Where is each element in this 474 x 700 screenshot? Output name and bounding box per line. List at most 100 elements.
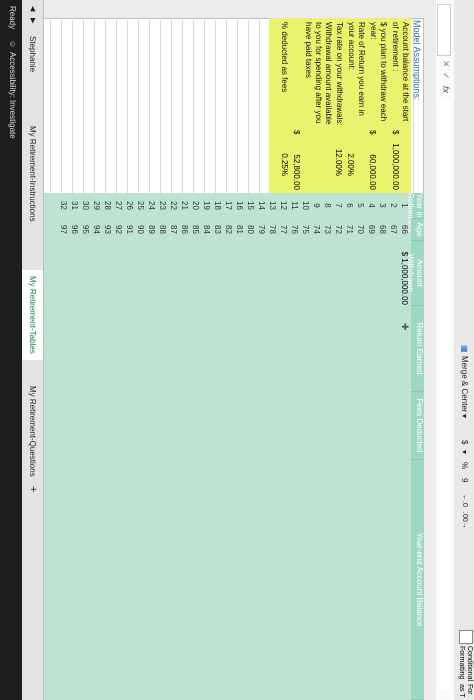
age-cell[interactable]: 66 (399, 219, 410, 240)
year-cell[interactable]: 18 (212, 193, 223, 218)
accessibility-status[interactable]: Accessibility: Investigate (8, 52, 17, 139)
assumption-value[interactable]: 12.00% (333, 138, 344, 176)
year-cell[interactable]: 30 (80, 193, 91, 218)
column-headers[interactable] (423, 0, 436, 700)
assumption-value[interactable]: 1,000,000.00 (390, 138, 401, 190)
assumption-label[interactable]: Account balance at the start of retireme… (390, 22, 410, 127)
assumption-value[interactable]: 0.25% (279, 138, 290, 176)
year-cell[interactable]: 32 (58, 193, 69, 218)
year-cell[interactable]: 17 (223, 193, 234, 218)
assumption-label[interactable]: Withdrawal amount available to you for s… (291, 22, 333, 127)
assumption-label[interactable]: Tax rate on your withdrawals: (333, 22, 344, 127)
age-cell[interactable]: 83 (212, 219, 223, 240)
tab-stephanie[interactable]: Stephanie (22, 30, 43, 78)
age-cell[interactable]: 87 (168, 219, 179, 240)
function-icon[interactable]: fx (441, 86, 451, 93)
age-cell[interactable]: 74 (311, 219, 322, 240)
age-cell[interactable]: 90 (135, 219, 146, 240)
age-cell[interactable]: 84 (201, 219, 212, 240)
year-cell[interactable]: 22 (168, 193, 179, 218)
comma-style-button[interactable]: 9 (457, 478, 471, 482)
increase-decimal-icon[interactable]: ←.0 (457, 494, 471, 507)
year-cell[interactable]: 5 (355, 193, 366, 218)
tab-retirement-questions[interactable]: My Retirement-Questions (22, 380, 43, 483)
age-cell[interactable]: 85 (190, 219, 201, 240)
year-cell[interactable]: 20 (190, 193, 201, 218)
age-cell[interactable]: 92 (113, 219, 124, 240)
year-cell[interactable]: 11 (289, 193, 300, 218)
age-cell[interactable]: 67 (388, 219, 399, 240)
age-cell[interactable]: 88 (157, 219, 168, 240)
formula-input[interactable] (439, 100, 451, 690)
assumption-value[interactable]: 52,800.00 (291, 138, 302, 190)
age-cell[interactable]: 80 (245, 219, 256, 240)
tab-retirement-tables[interactable]: My Retirement-Tables (22, 270, 43, 360)
year-cell[interactable]: 31 (69, 193, 80, 218)
year-cell[interactable]: 24 (146, 193, 157, 218)
year-cell[interactable]: 19 (201, 193, 212, 218)
age-cell[interactable]: 69 (366, 219, 377, 240)
age-cell[interactable]: 70 (355, 219, 366, 240)
year-cell[interactable]: 26 (124, 193, 135, 218)
age-cell[interactable]: 72 (333, 219, 344, 240)
assumption-label[interactable]: $ you plan to withdraw each year: (368, 22, 388, 127)
year-cell[interactable]: 29 (91, 193, 102, 218)
year-cell[interactable]: 25 (135, 193, 146, 218)
cancel-icon[interactable]: ✕ (440, 60, 451, 68)
year-cell[interactable]: 4 (366, 193, 377, 218)
assumption-value[interactable]: 2.00% (345, 138, 356, 176)
merge-center-button[interactable]: Merge & Center (457, 356, 471, 412)
age-cell[interactable]: 73 (322, 219, 333, 240)
year-cell[interactable]: 8 (322, 193, 333, 218)
age-cell[interactable]: 86 (179, 219, 190, 240)
format-as-table-button[interactable]: For as T (457, 684, 473, 700)
age-cell[interactable]: 94 (91, 219, 102, 240)
first-withdrawn-value[interactable]: $ 1,000,000.00 (399, 241, 410, 305)
age-cell[interactable]: 96 (69, 219, 80, 240)
age-cell[interactable]: 79 (256, 219, 267, 240)
age-cell[interactable]: 76 (289, 219, 300, 240)
age-cell[interactable]: 75 (300, 219, 311, 240)
age-cell[interactable]: 95 (80, 219, 91, 240)
merge-icon[interactable]: ▦ (457, 345, 471, 353)
year-cell[interactable]: 21 (179, 193, 190, 218)
assumption-value[interactable]: 60,000.00 (367, 138, 378, 190)
age-cell[interactable]: 71 (344, 219, 355, 240)
year-cell[interactable]: 2 (388, 193, 399, 218)
year-cell[interactable]: 15 (245, 193, 256, 218)
row-headers[interactable] (44, 0, 424, 19)
merge-dropdown-icon[interactable]: ▾ (457, 414, 471, 418)
age-cell[interactable]: 78 (267, 219, 278, 240)
currency-format-button[interactable]: $ (457, 440, 471, 444)
percent-format-button[interactable]: % (457, 462, 471, 469)
year-cell[interactable]: 6 (344, 193, 355, 218)
year-cell[interactable]: 9 (311, 193, 322, 218)
name-box[interactable] (437, 4, 451, 56)
decrease-decimal-icon[interactable]: .00→ (457, 512, 471, 529)
tab-retirement-instructions[interactable]: My Retirement-Instructions (22, 120, 43, 228)
conditional-formatting-button[interactable]: Conditional Formatting (457, 646, 473, 682)
age-cell[interactable]: 81 (234, 219, 245, 240)
assumption-label[interactable]: % deducted as fees (279, 22, 290, 127)
year-cell[interactable]: 13 (267, 193, 278, 218)
year-cell[interactable]: 7 (333, 193, 344, 218)
year-cell[interactable]: 14 (256, 193, 267, 218)
age-cell[interactable]: 93 (102, 219, 113, 240)
add-sheet-button[interactable]: + (22, 480, 43, 498)
chevron-down-icon[interactable]: ▾ (457, 450, 471, 454)
year-cell[interactable]: 3 (377, 193, 388, 218)
age-cell[interactable]: 82 (223, 219, 234, 240)
year-cell[interactable]: 1 (399, 193, 410, 218)
enter-icon[interactable]: ✓ (440, 72, 451, 80)
conditional-formatting-icon[interactable] (459, 630, 473, 644)
age-cell[interactable]: 91 (124, 219, 135, 240)
assumption-label[interactable]: Rate of Return you earn in your account: (346, 22, 366, 127)
year-cell[interactable]: 12 (278, 193, 289, 218)
year-cell[interactable]: 27 (113, 193, 124, 218)
age-cell[interactable]: 97 (58, 219, 69, 240)
age-cell[interactable]: 89 (146, 219, 157, 240)
age-cell[interactable]: 77 (278, 219, 289, 240)
year-cell[interactable]: 16 (234, 193, 245, 218)
age-cell[interactable]: 68 (377, 219, 388, 240)
year-cell[interactable]: 23 (157, 193, 168, 218)
